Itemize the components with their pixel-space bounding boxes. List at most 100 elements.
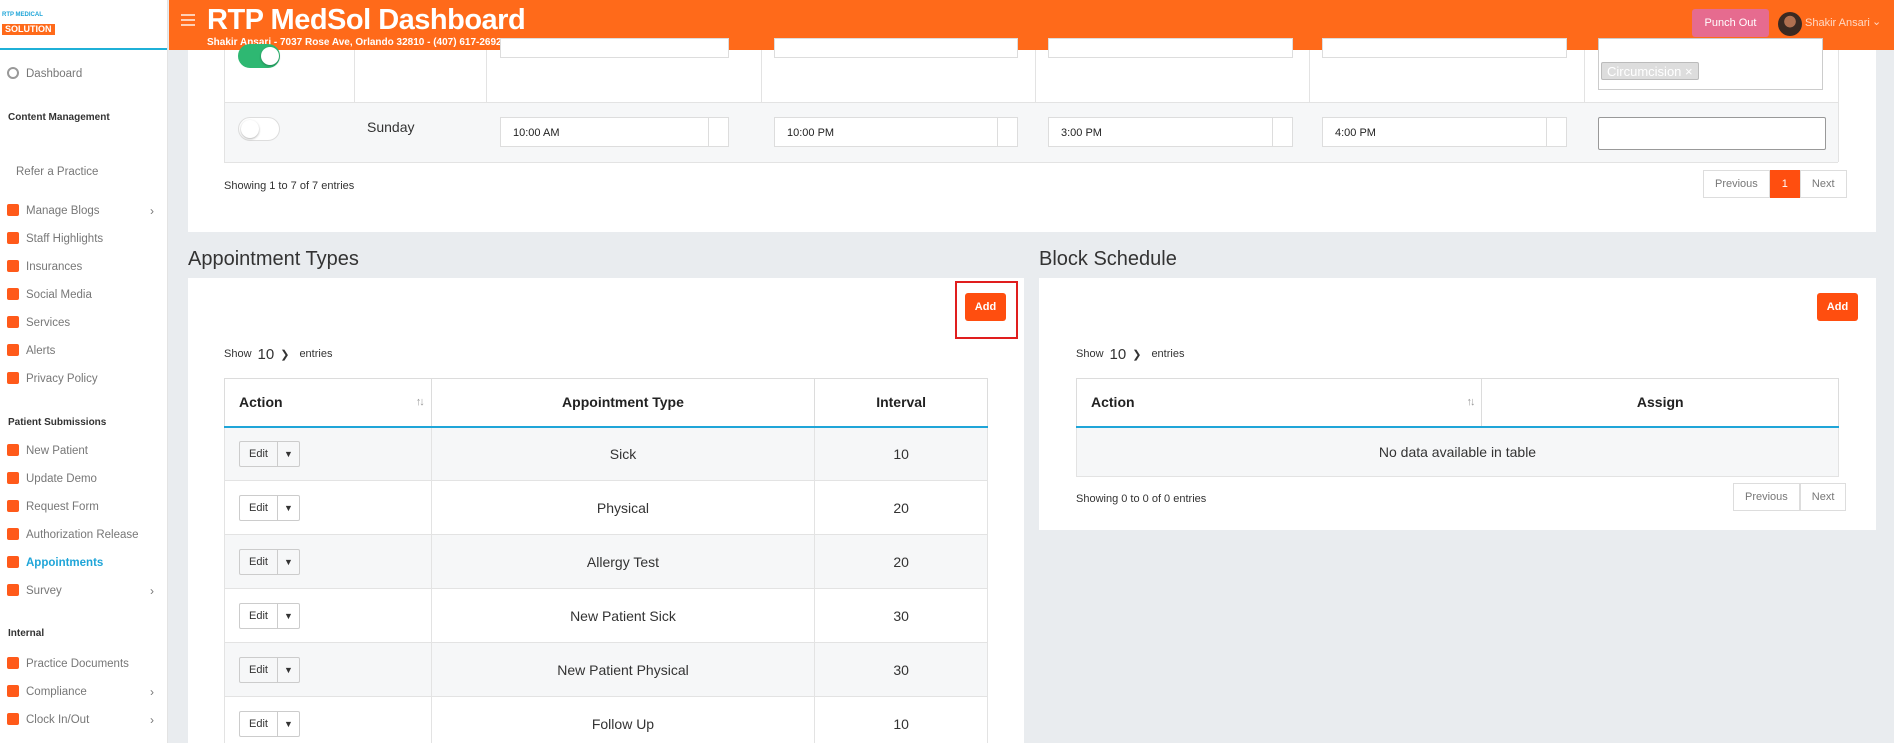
sidebar-item-label: Practice Documents — [26, 658, 129, 670]
sidebar-item-manage-blogs[interactable]: Manage Blogs › — [0, 200, 167, 222]
sidebar-item-staff-highlights[interactable]: Staff Highlights — [0, 228, 167, 250]
edit-button-group[interactable]: Edit ▼ — [239, 440, 300, 467]
appointment-type-cell: Follow Up — [430, 696, 816, 743]
time-input[interactable] — [1048, 38, 1293, 58]
next-button[interactable]: Next — [1799, 483, 1847, 511]
interval-cell: 10 — [814, 426, 988, 481]
day-toggle-sunday[interactable] — [238, 117, 280, 141]
edit-button[interactable]: Edit — [240, 664, 277, 676]
sidebar-item-label: New Patient — [26, 445, 89, 457]
section-internal: Internal — [8, 628, 45, 639]
column-header-action[interactable]: Action ↑↓ — [224, 378, 432, 428]
chevron-down-icon[interactable]: ⌄ — [1872, 15, 1881, 28]
logo-line2: SOLUTION — [2, 24, 55, 35]
clock-icon[interactable] — [708, 118, 728, 146]
sidebar-item-label: Compliance — [26, 686, 87, 698]
edit-button[interactable]: Edit — [240, 610, 277, 622]
sidebar-item-appointments[interactable]: Appointments — [0, 552, 167, 574]
sidebar-item-practice-documents[interactable]: Practice Documents — [0, 653, 167, 675]
punch-out-button[interactable]: Punch Out — [1692, 9, 1769, 37]
sidebar-item-compliance[interactable]: Compliance › — [0, 681, 167, 703]
time-input[interactable] — [1322, 38, 1567, 58]
edit-button[interactable]: Edit — [240, 556, 277, 568]
hamburger-icon[interactable] — [181, 14, 195, 29]
sidebar-item-insurances[interactable]: Insurances — [0, 256, 167, 278]
service-tags-input[interactable] — [1598, 117, 1826, 150]
next-button[interactable]: Next — [1799, 170, 1847, 198]
sidebar-item-clock-in-out[interactable]: Clock In/Out › — [0, 709, 167, 731]
edit-button[interactable]: Edit — [240, 718, 277, 730]
service-tag[interactable]: Circumcision × — [1601, 62, 1699, 80]
sidebar-item-refer[interactable]: Refer a Practice — [0, 161, 167, 183]
sort-icon[interactable]: ↑↓ — [1466, 396, 1475, 408]
close-time-input[interactable]: 10:00 PM — [774, 117, 1018, 147]
interval-cell: 20 — [814, 480, 988, 535]
sidebar-item-label: Dashboard — [26, 68, 83, 80]
column-header-action[interactable]: Action ↑↓ — [1075, 378, 1483, 428]
previous-button[interactable]: Previous — [1703, 170, 1770, 198]
column-header-assign[interactable]: Assign — [1481, 378, 1839, 428]
clock-icon[interactable] — [997, 118, 1017, 146]
chevron-down-icon[interactable]: ❯ — [1132, 348, 1141, 361]
sidebar-item-label: Request Form — [26, 501, 99, 513]
edit-button[interactable]: Edit — [240, 448, 277, 460]
sidebar-item-survey[interactable]: Survey › — [0, 580, 167, 602]
sidebar-item-alerts[interactable]: Alerts — [0, 340, 167, 362]
time-input[interactable] — [774, 38, 1018, 58]
edit-button-group[interactable]: Edit ▼ — [239, 602, 300, 629]
column-header-type[interactable]: Appointment Type — [430, 378, 816, 428]
edit-button-group[interactable]: Edit ▼ — [239, 710, 300, 737]
lunch-end-input[interactable]: 4:00 PM — [1322, 117, 1567, 147]
edit-button-group[interactable]: Edit ▼ — [239, 494, 300, 521]
block-schedule-title: Block Schedule — [1039, 248, 1177, 270]
clock-icon[interactable] — [1546, 118, 1566, 146]
sidebar-item-dashboard[interactable]: Dashboard — [0, 63, 167, 85]
sidebar-item-privacy-policy[interactable]: Privacy Policy — [0, 368, 167, 390]
sidebar-item-social-media[interactable]: Social Media — [0, 284, 167, 306]
appointment-types-title: Appointment Types — [188, 248, 359, 270]
sidebar-item-new-patient[interactable]: New Patient — [0, 440, 167, 462]
logo[interactable]: RTP MEDICAL SOLUTION — [0, 0, 167, 50]
caret-down-icon[interactable]: ▼ — [276, 549, 299, 574]
day-label: Sunday — [367, 119, 415, 135]
action-cell: Edit ▼ — [224, 696, 432, 743]
sort-icon[interactable]: ↑↓ — [416, 396, 425, 408]
add-block-schedule-button[interactable]: Add — [1817, 293, 1858, 321]
user-name[interactable]: Shakir Ansari — [1805, 17, 1870, 29]
caret-down-icon[interactable]: ▼ — [276, 657, 299, 682]
sidebar-item-label: Update Demo — [26, 473, 97, 485]
caret-down-icon[interactable]: ▼ — [276, 603, 299, 628]
table-row: Edit ▼ Allergy Test 20 — [224, 534, 988, 589]
edit-button-group[interactable]: Edit ▼ — [239, 548, 300, 575]
sidebar-item-request-form[interactable]: Request Form — [0, 496, 167, 518]
action-cell: Edit ▼ — [224, 642, 432, 697]
page-length-select[interactable]: 10 — [1110, 346, 1127, 363]
pagination: Previous Next — [1733, 483, 1847, 511]
caret-down-icon[interactable]: ▼ — [276, 711, 299, 736]
sidebar-item-authorization-release[interactable]: Authorization Release — [0, 524, 167, 546]
lunch-start-input[interactable]: 3:00 PM — [1048, 117, 1293, 147]
previous-button[interactable]: Previous — [1733, 483, 1800, 511]
chevron-down-icon[interactable]: ❯ — [280, 348, 289, 361]
clock-icon[interactable] — [1272, 118, 1292, 146]
page-button[interactable]: 1 — [1769, 170, 1800, 198]
caret-down-icon[interactable]: ▼ — [276, 441, 299, 466]
hours-card: Circumcision × Sunday 10:00 AM 10:00 PM … — [188, 38, 1876, 232]
sidebar-item-update-demo[interactable]: Update Demo — [0, 468, 167, 490]
caret-down-icon[interactable]: ▼ — [276, 495, 299, 520]
sidebar-item-label: Alerts — [26, 345, 56, 357]
edit-button[interactable]: Edit — [240, 502, 277, 514]
open-time-input[interactable]: 10:00 AM — [500, 117, 729, 147]
time-input[interactable] — [500, 38, 729, 58]
add-appointment-type-button[interactable]: Add — [965, 293, 1006, 321]
column-header-interval[interactable]: Interval — [814, 378, 988, 428]
day-toggle[interactable] — [238, 44, 280, 68]
avatar[interactable] — [1778, 12, 1802, 36]
table-row: Edit ▼ Sick 10 — [224, 426, 988, 481]
edit-button-group[interactable]: Edit ▼ — [239, 656, 300, 683]
logo-line1: RTP MEDICAL — [2, 12, 43, 18]
phone-icon — [7, 344, 21, 358]
page-length-select[interactable]: 10 — [258, 346, 275, 363]
sidebar-item-services[interactable]: Services — [0, 312, 167, 334]
appointment-types-card: Add Show 10 ❯ entries Action ↑↓ Appointme… — [188, 278, 1024, 743]
